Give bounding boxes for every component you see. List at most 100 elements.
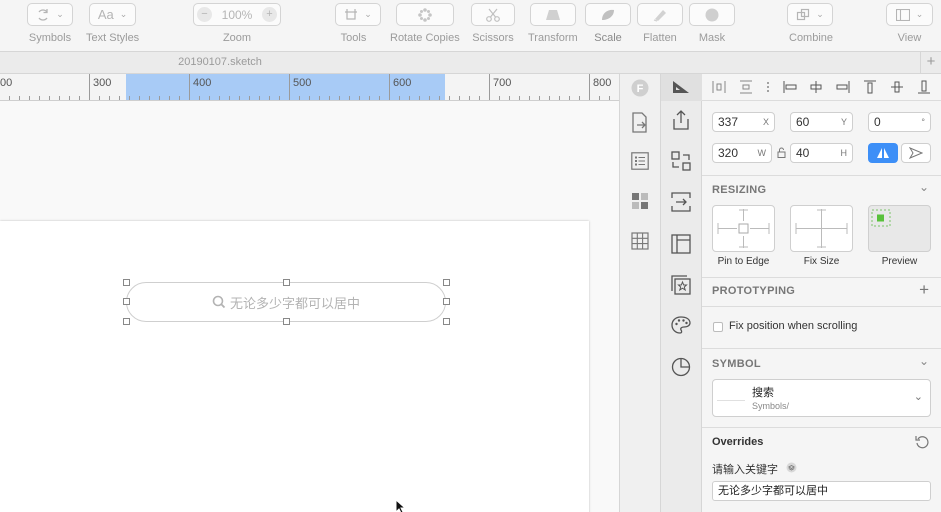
width-field[interactable]: 320 W: [712, 143, 772, 163]
add-tab-button[interactable]: +: [920, 52, 941, 73]
plugin-export-button[interactable]: [620, 112, 660, 134]
x-position-field[interactable]: 337 X: [712, 112, 775, 132]
resize-handle-right[interactable]: [443, 298, 450, 305]
symbol-thumbnail: [717, 400, 745, 401]
text-styles-button[interactable]: Aa ⌄: [89, 3, 137, 26]
resize-handle-bottom[interactable]: [283, 318, 290, 325]
ruler-major-tick: [89, 74, 90, 100]
plugin-grid-colors-button[interactable]: [620, 192, 660, 210]
scale-button[interactable]: [585, 3, 631, 26]
symbol-picker[interactable]: 搜索 Symbols/ ⌄: [712, 379, 931, 417]
resize-handle-left[interactable]: [123, 298, 130, 305]
view-tool[interactable]: ⌄ View: [886, 3, 933, 44]
overrides-heading: Overrides: [712, 436, 764, 448]
mask-tool[interactable]: Mask: [689, 3, 735, 44]
flatten-tool[interactable]: Flatten: [637, 3, 683, 44]
combine-tool[interactable]: ⌄ Combine: [787, 3, 833, 44]
tools-tool[interactable]: ⌄ Tools: [335, 3, 381, 44]
view-button[interactable]: ⌄: [886, 3, 933, 26]
resize-handle-top-left[interactable]: [123, 279, 130, 286]
h-value: 40: [796, 146, 810, 160]
document-tab[interactable]: 20190107.sketch: [0, 52, 920, 73]
align-bottom-icon[interactable]: [917, 80, 931, 94]
chevron-down-icon[interactable]: ⌄: [919, 354, 929, 368]
resizing-preview: [868, 205, 931, 252]
search-placeholder-text: 无论多少字都可以居中: [229, 295, 360, 311]
tab-colors[interactable]: [661, 316, 701, 334]
scissors-button[interactable]: [471, 3, 515, 26]
symbols-tool[interactable]: ⌄ Symbols: [27, 3, 73, 44]
chevron-down-icon[interactable]: ⌄: [919, 180, 929, 194]
zoom-out-button[interactable]: −: [197, 7, 212, 22]
fix-position-checkbox[interactable]: [713, 322, 723, 332]
align-left-icon[interactable]: [783, 80, 797, 94]
horizontal-ruler[interactable]: 00 300 400 500 600 700 800: [0, 74, 619, 101]
tab-favorites[interactable]: [661, 275, 701, 295]
tab-export[interactable]: [661, 110, 701, 130]
resize-handle-top-right[interactable]: [443, 279, 450, 286]
transform-tool[interactable]: Transform: [528, 3, 578, 44]
tab-resize[interactable]: [661, 192, 701, 212]
chevron-down-icon: ⌄: [56, 9, 64, 19]
resize-handle-bottom-left[interactable]: [123, 318, 130, 325]
height-field[interactable]: 40 H: [790, 143, 853, 163]
tab-inspector[interactable]: [661, 80, 701, 94]
ruler-major-tick: [489, 74, 490, 100]
flatten-button[interactable]: [637, 3, 683, 26]
align-right-icon[interactable]: [836, 80, 850, 94]
flip-horizontal-button[interactable]: [868, 143, 898, 163]
override-text-input[interactable]: 无论多少字都可以居中: [712, 481, 931, 501]
pin-to-edge-option[interactable]: [712, 205, 775, 252]
view-layout-icon: [895, 8, 910, 21]
search-icon: [212, 295, 226, 309]
plugin-list-button[interactable]: [620, 152, 660, 170]
view-label: View: [897, 32, 922, 44]
reset-overrides-icon[interactable]: [915, 435, 929, 449]
flip-vertical-button[interactable]: [901, 143, 931, 163]
mouse-cursor-icon: [395, 499, 407, 512]
scale-tool[interactable]: Scale: [585, 3, 631, 44]
artboard[interactable]: [0, 221, 589, 512]
zoom-in-button[interactable]: +: [261, 7, 277, 22]
tab-layout[interactable]: [661, 234, 701, 254]
plugin-table-button[interactable]: [620, 232, 660, 250]
align-top-icon[interactable]: [863, 80, 877, 94]
share-upload-icon: [673, 110, 689, 130]
text-styles-tool[interactable]: Aa ⌄ Text Styles: [86, 3, 139, 44]
plugin-f-button[interactable]: F: [620, 79, 660, 97]
color-grid-icon: [632, 193, 648, 209]
tab-components[interactable]: [661, 151, 701, 171]
distribute-horizontal-icon[interactable]: [712, 80, 726, 94]
combine-button[interactable]: ⌄: [787, 3, 834, 26]
tools-button[interactable]: ⌄: [335, 3, 381, 26]
more-options-icon[interactable]: [766, 80, 770, 94]
chevron-down-icon: ⌄: [119, 9, 128, 19]
transform-button[interactable]: [529, 3, 576, 26]
artboard-icon: [345, 8, 358, 20]
pin-to-edge-icon: [717, 209, 770, 248]
y-position-field[interactable]: 60 Y: [790, 112, 853, 132]
rotate-copies-button[interactable]: [395, 3, 454, 26]
fix-size-option[interactable]: [790, 205, 853, 252]
tab-charts[interactable]: [661, 357, 701, 377]
symbols-button[interactable]: ⌄: [27, 3, 73, 26]
resize-handle-bottom-right[interactable]: [443, 318, 450, 325]
export-page-icon: [632, 112, 647, 133]
align-middle-vertical-icon[interactable]: [890, 80, 904, 94]
rotate-copies-tool[interactable]: Rotate Copies: [390, 3, 460, 44]
lock-proportions-icon[interactable]: [777, 147, 786, 158]
search-symbol-instance[interactable]: 无论多少字都可以居中: [126, 282, 446, 322]
transform-label: Transform: [528, 32, 578, 44]
document-tab-bar: 20190107.sketch +: [0, 52, 941, 74]
resize-handle-top[interactable]: [283, 279, 290, 286]
add-prototyping-icon[interactable]: +: [919, 280, 929, 300]
align-center-horizontal-icon[interactable]: [809, 80, 823, 94]
distribute-vertical-icon[interactable]: [739, 80, 753, 94]
rotation-field[interactable]: 0 °: [868, 112, 931, 132]
canvas[interactable]: 无论多少字都可以居中: [0, 101, 619, 512]
combine-icon: [797, 8, 810, 20]
scissors-tool[interactable]: Scissors: [471, 3, 515, 44]
mask-button[interactable]: [689, 3, 735, 26]
zoom-value[interactable]: 100%: [222, 8, 253, 22]
fix-size-icon: [795, 209, 848, 248]
